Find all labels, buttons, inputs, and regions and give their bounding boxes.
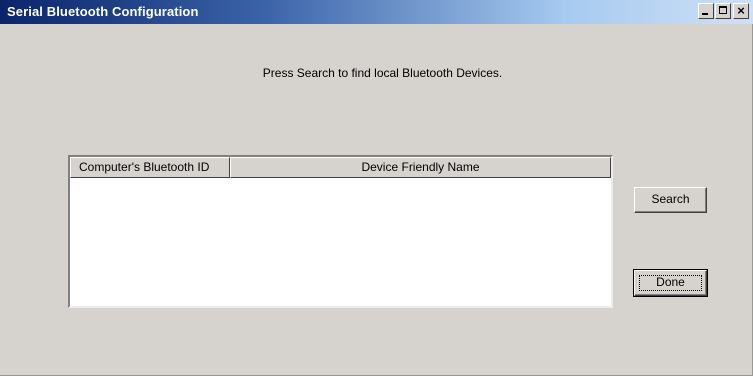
column-header-bluetooth-id[interactable]: Computer's Bluetooth ID — [70, 157, 230, 178]
search-button[interactable]: Search — [634, 187, 707, 213]
instruction-text: Press Search to find local Bluetooth Dev… — [262, 66, 503, 80]
dialog-window: Serial Bluetooth Configuration × Press S… — [0, 0, 753, 376]
title-bar[interactable]: Serial Bluetooth Configuration × — [0, 0, 753, 24]
device-list[interactable]: Computer's Bluetooth ID Device Friendly … — [68, 155, 613, 308]
column-header-friendly-name[interactable]: Device Friendly Name — [230, 157, 611, 178]
close-icon: × — [737, 3, 745, 18]
caption-buttons: × — [697, 3, 749, 19]
maximize-button[interactable] — [715, 3, 731, 19]
device-list-header: Computer's Bluetooth ID Device Friendly … — [70, 157, 611, 178]
close-button[interactable]: × — [733, 3, 749, 19]
minimize-icon — [702, 13, 708, 15]
focus-indicator — [639, 275, 702, 291]
maximize-icon — [719, 6, 727, 14]
window-title: Serial Bluetooth Configuration — [7, 4, 199, 19]
minimize-button[interactable] — [698, 3, 714, 19]
device-list-body[interactable] — [70, 178, 611, 306]
done-button[interactable]: Done — [633, 269, 708, 297]
